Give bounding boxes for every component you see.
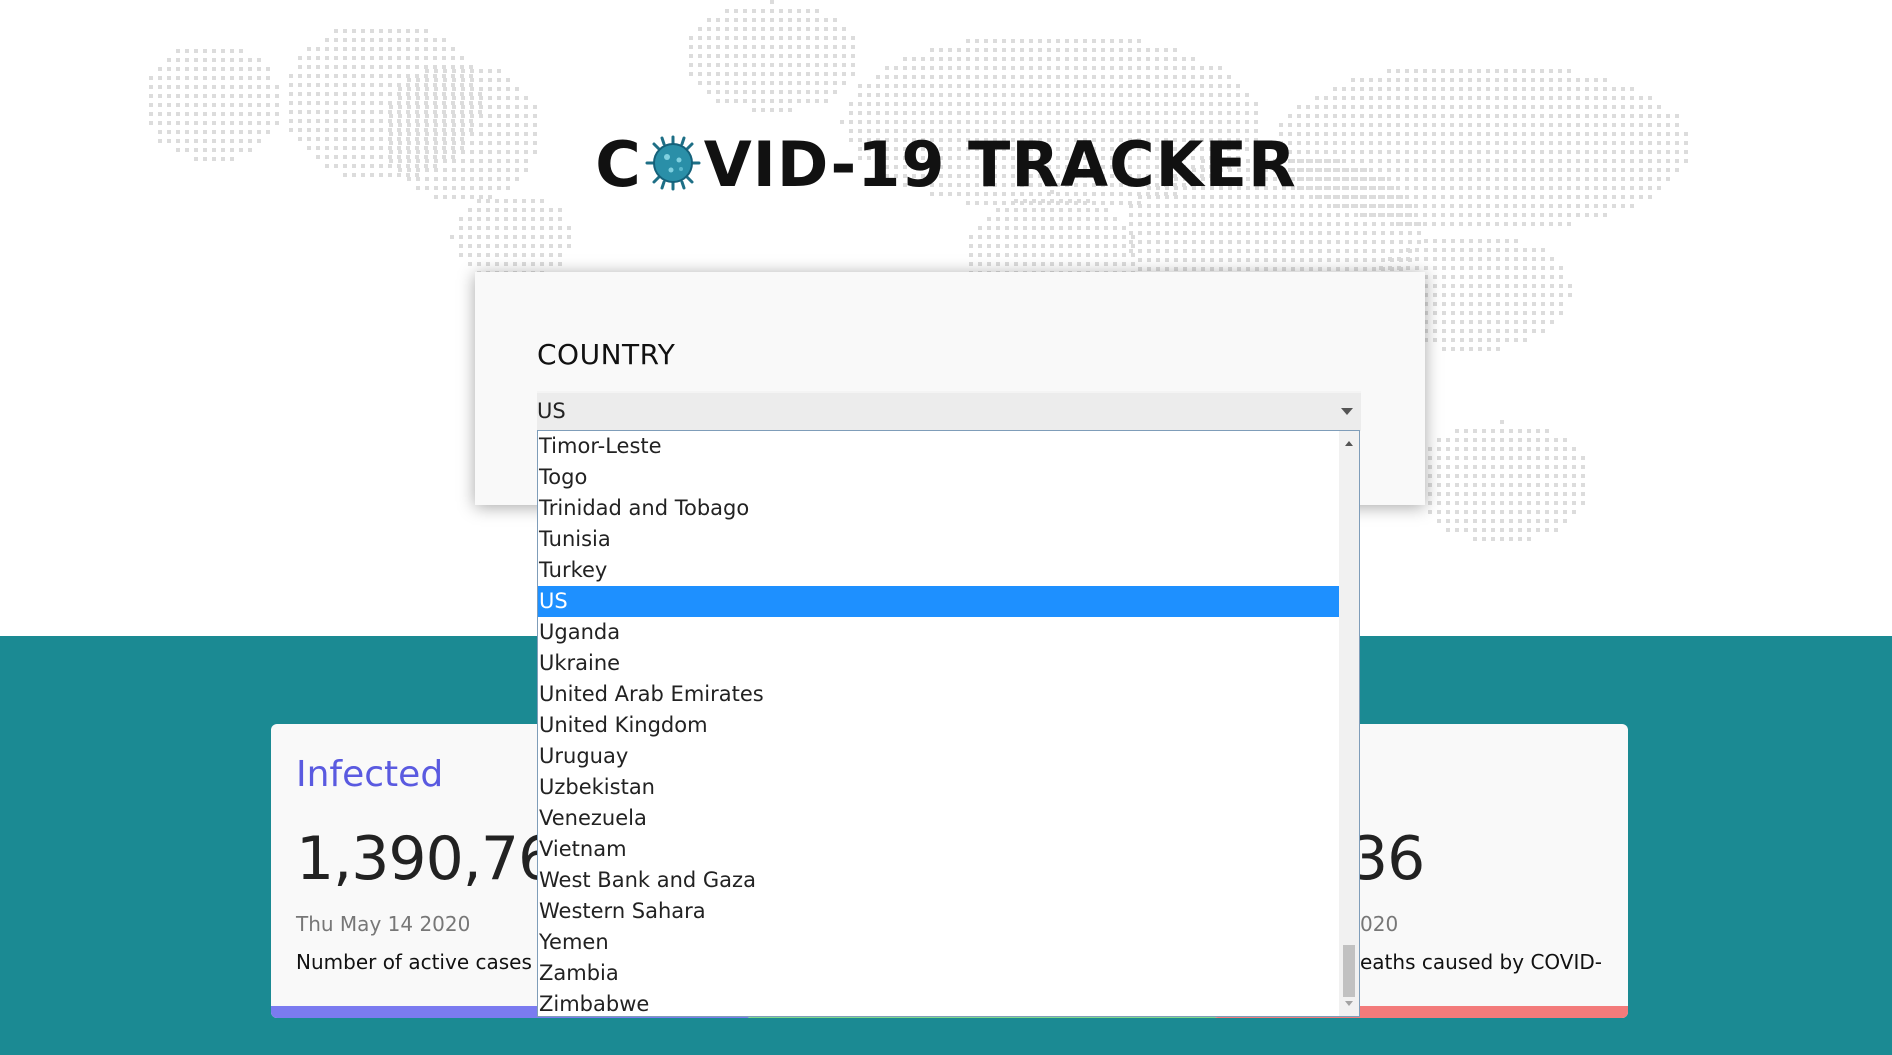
country-option[interactable]: Timor-Leste	[538, 431, 1341, 462]
country-option[interactable]: Vietnam	[538, 834, 1341, 865]
deaths-count: 36	[1350, 824, 1425, 894]
country-option[interactable]: Uganda	[538, 617, 1341, 648]
country-dropdown-list[interactable]: Timor-Leste Togo Trinidad and Tobago Tunisi…	[537, 430, 1360, 1017]
title-text-right: VID-19 TRACKER	[703, 128, 1297, 201]
scroll-up-icon[interactable]	[1345, 441, 1353, 446]
country-option[interactable]: Zambia	[538, 958, 1341, 989]
country-option[interactable]: Trinidad and Tobago	[538, 493, 1341, 524]
page: C VID-19 TRACKER COUNTRY US Infected 1,3…	[0, 0, 1892, 1055]
dropdown-scrollbar[interactable]	[1339, 431, 1359, 1016]
country-option[interactable]: Turkey	[538, 555, 1341, 586]
country-option[interactable]: United Arab Emirates	[538, 679, 1341, 710]
scroll-down-icon[interactable]	[1345, 1001, 1353, 1006]
country-option[interactable]: Venezuela	[538, 803, 1341, 834]
country-option[interactable]: Tunisia	[538, 524, 1341, 555]
country-option[interactable]: Uzbekistan	[538, 772, 1341, 803]
deaths-date: 020	[1360, 912, 1399, 936]
country-option[interactable]: US	[538, 586, 1341, 617]
title-text-left: C	[595, 128, 642, 201]
country-option[interactable]: United Kingdom	[538, 710, 1341, 741]
country-option[interactable]: Togo	[538, 462, 1341, 493]
country-option[interactable]: West Bank and Gaza	[538, 865, 1341, 896]
deaths-description: eaths caused by COVID-	[1360, 950, 1603, 974]
country-option[interactable]: Uruguay	[538, 741, 1341, 772]
coronavirus-icon	[645, 135, 701, 191]
page-title: C VID-19 TRACKER	[0, 120, 1892, 210]
infected-description: Number of active cases	[296, 950, 532, 974]
country-select[interactable]: US	[537, 391, 1361, 431]
country-options: Timor-Leste Togo Trinidad and Tobago Tunisi…	[538, 431, 1341, 1016]
country-select-value: US	[537, 399, 566, 423]
chevron-down-icon[interactable]	[1341, 408, 1353, 415]
country-option[interactable]: Zimbabwe	[538, 989, 1341, 1016]
country-label: COUNTRY	[537, 338, 676, 371]
infected-date: Thu May 14 2020	[296, 912, 471, 936]
infected-card-title: Infected	[296, 754, 444, 795]
country-option[interactable]: Yemen	[538, 927, 1341, 958]
country-option[interactable]: Ukraine	[538, 648, 1341, 679]
scrollbar-thumb[interactable]	[1343, 945, 1355, 997]
country-option[interactable]: Western Sahara	[538, 896, 1341, 927]
